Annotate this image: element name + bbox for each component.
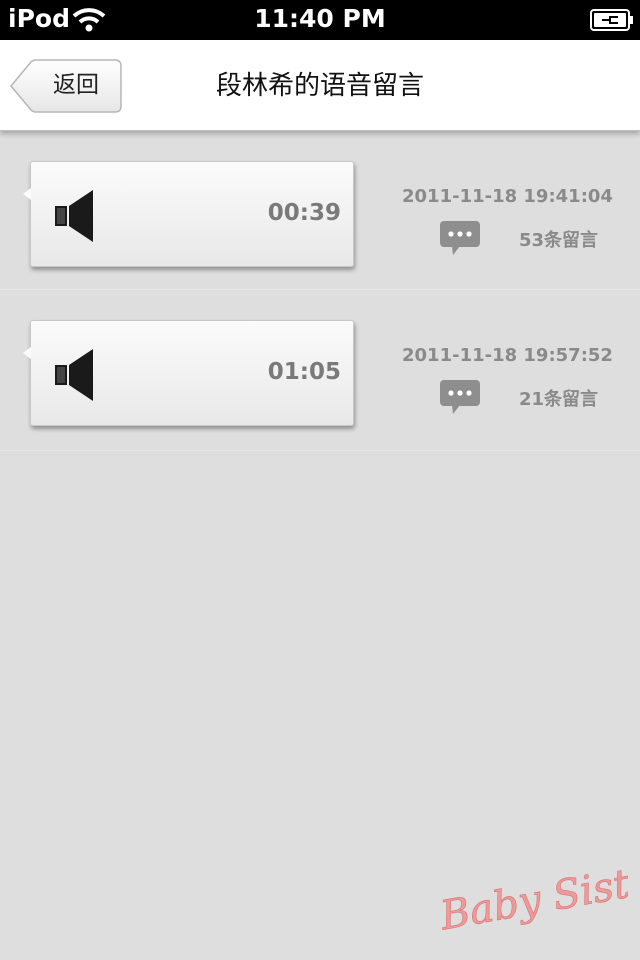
page-title: 段林希的语音留言	[215, 71, 424, 101]
list-item: 01:05 2011-11-18 19:57:52 21条留言	[0, 290, 640, 451]
comment-bubble-icon[interactable]	[440, 221, 480, 257]
speaker-icon	[55, 349, 93, 401]
voice-duration: 01:05	[267, 359, 341, 385]
back-button-label: 返回	[53, 72, 99, 98]
voice-play-button[interactable]: 01:05	[23, 320, 354, 426]
message-timestamp: 2011-11-18 19:57:52	[402, 345, 613, 366]
bubble-tail	[23, 188, 31, 200]
comment-bubble-icon[interactable]	[440, 380, 480, 416]
watermark-text: Baby Sister	[436, 853, 628, 932]
status-bar: iPod 11:40 PM	[0, 0, 640, 40]
message-timestamp: 2011-11-18 19:41:04	[402, 186, 613, 207]
speaker-icon	[55, 190, 93, 242]
voice-message-list: 00:39 2011-11-18 19:41:04 53条留言 01:05 20…	[0, 131, 640, 451]
battery-charging-icon	[590, 9, 633, 31]
comment-count[interactable]: 21条留言	[519, 385, 598, 411]
voice-duration: 00:39	[267, 200, 341, 226]
voice-play-button[interactable]: 00:39	[23, 161, 354, 267]
comment-count[interactable]: 53条留言	[519, 226, 598, 252]
bubble-tail	[23, 347, 31, 359]
list-item: 00:39 2011-11-18 19:41:04 53条留言	[0, 131, 640, 290]
status-time: 11:40 PM	[254, 4, 386, 33]
navigation-bar: 返回 段林希的语音留言	[0, 40, 640, 131]
babysister-logo: Baby Sister	[436, 853, 628, 932]
back-button[interactable]: 返回	[10, 59, 122, 113]
